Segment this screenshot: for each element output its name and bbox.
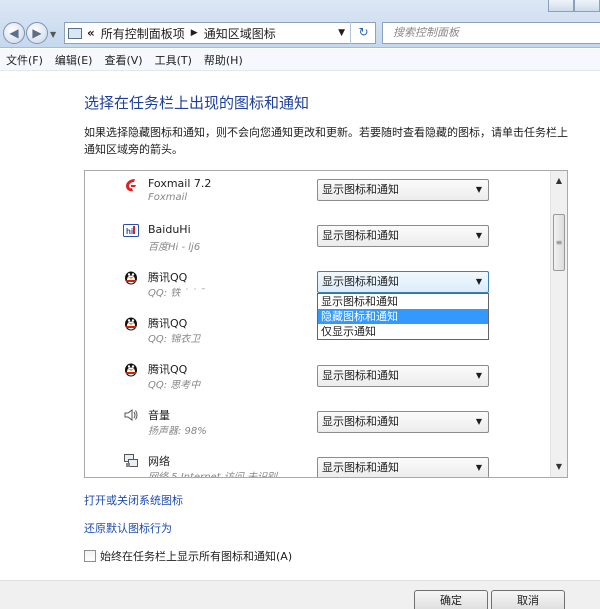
item-subtitle: 扬声器: 98% [148, 426, 207, 437]
select-value: 显示图标和通知 [322, 369, 399, 382]
page-description: 如果选择隐藏图标和通知，则不会向您通知更改和更新。若要随时查看隐藏的图标，请单击… [84, 126, 568, 156]
select-value: 显示图标和通知 [322, 415, 399, 428]
scroll-up-icon[interactable]: ▲ [551, 173, 567, 189]
window-button[interactable] [574, 0, 600, 12]
chevron-down-icon: ▼ [475, 371, 482, 380]
item-subtitle: QQ: 铁 ˙ ˙ ˉ [148, 288, 205, 299]
list-item: hi BaiduHi 百度Hi - lj6 显示图标和通知 ▼ [85, 217, 549, 263]
scroll-down-icon[interactable]: ▼ [551, 459, 567, 475]
breadcrumb-all-control-panel-items[interactable]: 所有控制面板项 [101, 25, 185, 42]
menu-view[interactable]: 查看(V) [104, 52, 142, 68]
back-button[interactable]: ◀ [3, 22, 25, 44]
address-bar[interactable]: « 所有控制面板项 ▶ 通知区域图标 ▼ [64, 22, 376, 44]
vertical-scrollbar[interactable]: ▲ ≡ ▼ [550, 171, 567, 477]
network-icon [124, 454, 138, 467]
refresh-icon[interactable]: ↻ [350, 22, 376, 44]
ok-button[interactable]: 确定 [414, 590, 488, 609]
behavior-select[interactable]: 显示图标和通知 ▼ [317, 365, 489, 387]
notification-icon-list[interactable]: Foxmail 7.2 Foxmail 显示图标和通知 ▼ hi BaiduHi… [84, 170, 568, 478]
item-name: 腾讯QQ [148, 317, 188, 330]
item-name: 网络 [148, 455, 170, 468]
speaker-icon [124, 409, 138, 421]
list-item: 网络 网络 5 Internet 访问 未识别... 显示图标和通知 ▼ [85, 447, 549, 478]
dropdown-option-hide[interactable]: 隐藏图标和通知 [318, 309, 488, 324]
breadcrumb-separator-icon[interactable]: ▶ [191, 28, 198, 38]
menu-bar: 文件(F) 编辑(E) 查看(V) 工具(T) 帮助(H) [0, 49, 600, 71]
always-show-all-label[interactable]: 始终在任务栏上显示所有图标和通知(A) [100, 548, 292, 564]
always-show-all-row: 始终在任务栏上显示所有图标和通知(A) [84, 548, 292, 564]
forward-button[interactable]: ▶ [26, 22, 48, 44]
dropdown-option-notify-only[interactable]: 仅显示通知 [318, 324, 488, 339]
select-value: 显示图标和通知 [322, 461, 399, 474]
item-name: 音量 [148, 409, 170, 422]
select-value: 显示图标和通知 [322, 275, 399, 288]
baiduhi-icon: hi [123, 224, 139, 237]
item-subtitle: QQ: 锦衣卫 [148, 334, 201, 345]
menu-help[interactable]: 帮助(H) [204, 52, 243, 68]
item-subtitle: Foxmail [148, 192, 188, 203]
chevron-down-icon: ▼ [475, 417, 482, 426]
chevron-down-icon: ▼ [475, 277, 482, 286]
chevron-down-icon: ▼ [475, 185, 482, 194]
behavior-select[interactable]: 显示图标和通知 ▼ [317, 271, 489, 293]
behavior-select[interactable]: 显示图标和通知 ▼ [317, 225, 489, 247]
item-name: 腾讯QQ [148, 363, 188, 376]
menu-file[interactable]: 文件(F) [6, 52, 43, 68]
toggle-system-icons-link[interactable]: 打开或关闭系统图标 [84, 492, 183, 508]
window-controls [548, 0, 600, 14]
address-dropdown-icon[interactable]: ▼ [338, 28, 345, 38]
list-item: Foxmail 7.2 Foxmail 显示图标和通知 ▼ [85, 171, 549, 217]
item-subtitle: 百度Hi - lj6 [148, 242, 201, 253]
item-name: Foxmail 7.2 [148, 177, 212, 190]
behavior-select[interactable]: 显示图标和通知 ▼ [317, 179, 489, 201]
item-subtitle: QQ: 思考中 [148, 380, 201, 391]
menu-edit[interactable]: 编辑(E) [55, 52, 93, 68]
search-input[interactable]: 搜索控制面板 [382, 22, 600, 44]
qq-penguin-icon [125, 317, 137, 331]
behavior-select[interactable]: 显示图标和通知 ▼ [317, 457, 489, 477]
list-item: 腾讯QQ QQ: 思考中 显示图标和通知 ▼ [85, 355, 549, 401]
qq-penguin-icon [125, 363, 137, 377]
control-panel-icon [68, 27, 82, 39]
window-button[interactable] [548, 0, 574, 12]
breadcrumb-overflow[interactable]: « [87, 26, 95, 40]
item-subtitle: 网络 5 Internet 访问 未识别... [148, 472, 287, 478]
behavior-dropdown-menu: 显示图标和通知 隐藏图标和通知 仅显示通知 [317, 293, 489, 340]
recent-pages-dropdown-icon[interactable]: ▼ [50, 30, 56, 39]
always-show-all-checkbox[interactable] [84, 550, 96, 562]
select-value: 显示图标和通知 [322, 183, 399, 196]
page-title: 选择在任务栏上出现的图标和通知 [84, 94, 310, 112]
list-item: 音量 扬声器: 98% 显示图标和通知 ▼ [85, 401, 549, 447]
cancel-button[interactable]: 取消 [491, 590, 565, 609]
foxmail-icon [126, 179, 136, 192]
item-name: BaiduHi [148, 223, 191, 236]
svg-text:hi: hi [126, 227, 133, 236]
behavior-select[interactable]: 显示图标和通知 ▼ [317, 411, 489, 433]
dropdown-option-show[interactable]: 显示图标和通知 [318, 294, 488, 309]
scroll-thumb[interactable]: ≡ [553, 214, 565, 271]
restore-defaults-link[interactable]: 还原默认图标行为 [84, 520, 172, 536]
chevron-down-icon: ▼ [475, 463, 482, 472]
breadcrumb-notification-area-icons[interactable]: 通知区域图标 [204, 25, 276, 42]
title-bar: ◀ ▶ ▼ « 所有控制面板项 ▶ 通知区域图标 ▼ ↻ 搜索控制面板 [0, 0, 600, 48]
qq-penguin-icon [125, 271, 137, 285]
menu-tools[interactable]: 工具(T) [155, 52, 192, 68]
select-value: 显示图标和通知 [322, 229, 399, 242]
chevron-down-icon: ▼ [475, 231, 482, 240]
item-name: 腾讯QQ [148, 271, 188, 284]
